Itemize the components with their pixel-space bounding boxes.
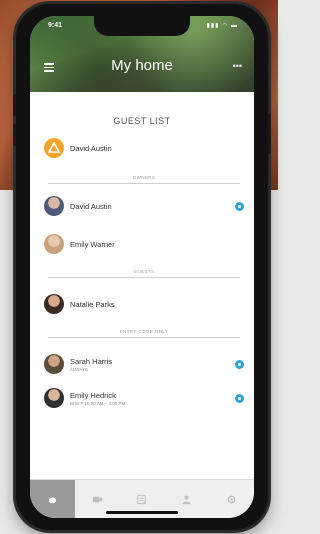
guest-name: Emily Warner <box>70 239 115 249</box>
guests-section-header: GUESTS <box>48 269 240 278</box>
avatar <box>44 294 64 314</box>
status-icons: ▮▮▮ ◠ ▬ <box>206 23 238 29</box>
guest-name: David Austin <box>70 201 112 211</box>
home-indicator <box>106 511 178 514</box>
guest-name: Natalie Parks <box>70 299 115 309</box>
avatar <box>44 196 64 216</box>
list-item[interactable]: Sarah Harris ALWAYS <box>44 352 244 376</box>
volume-up-button <box>13 94 16 116</box>
owner-icon <box>44 138 64 158</box>
camera-icon <box>92 496 102 502</box>
divider <box>48 183 240 184</box>
list-item[interactable]: Natalie Parks <box>44 292 244 316</box>
list-item[interactable]: Emily Hedrick M W F 10:00 AM – 4:00 PM <box>44 386 244 410</box>
notch <box>94 16 190 36</box>
primary-owner-row[interactable]: David Austin <box>44 136 244 160</box>
guest-name: Emily Hedrick <box>70 390 116 400</box>
more-icon[interactable]: ••• <box>233 61 242 71</box>
status-badge <box>235 359 244 369</box>
owners-section-header: OWNERS <box>48 175 240 184</box>
settings-icon <box>227 495 236 503</box>
guest-name: Sarah Harris <box>70 356 113 366</box>
tab-home[interactable] <box>30 480 75 518</box>
entry-code-section-header: ENTRY CODE ONLY <box>48 329 240 338</box>
guests-icon <box>182 495 191 504</box>
list-item[interactable]: Emily Warner <box>44 232 244 256</box>
page-title: My home <box>111 57 173 74</box>
avatar <box>44 388 64 408</box>
home-icon <box>48 496 57 503</box>
entry-code-section-label: ENTRY CODE ONLY <box>119 329 169 334</box>
app-screen: 9:41 ▮▮▮ ◠ ▬ My home ••• GUEST LIST Davi… <box>30 16 254 518</box>
owners-section-label: OWNERS <box>132 175 156 180</box>
phone-frame: 9:41 ▮▮▮ ◠ ▬ My home ••• GUEST LIST Davi… <box>13 4 271 530</box>
avatar <box>44 234 64 254</box>
guests-section-label: GUESTS <box>133 269 155 274</box>
divider <box>48 337 240 338</box>
divider <box>48 277 240 278</box>
tab-settings[interactable] <box>209 480 254 518</box>
status-badge <box>235 393 244 403</box>
power-button <box>268 114 271 154</box>
status-badge <box>235 201 244 211</box>
status-time: 9:41 <box>48 22 63 29</box>
primary-owner-name: David Austin <box>70 143 112 153</box>
guest-schedule: M W F 10:00 AM – 4:00 PM <box>70 400 126 406</box>
guest-list-heading: GUEST LIST <box>113 116 171 126</box>
activity-icon <box>137 494 147 504</box>
volume-down-button <box>13 124 16 146</box>
list-item[interactable]: David Austin <box>44 194 244 218</box>
avatar <box>44 354 64 374</box>
guest-schedule: ALWAYS <box>70 366 88 372</box>
